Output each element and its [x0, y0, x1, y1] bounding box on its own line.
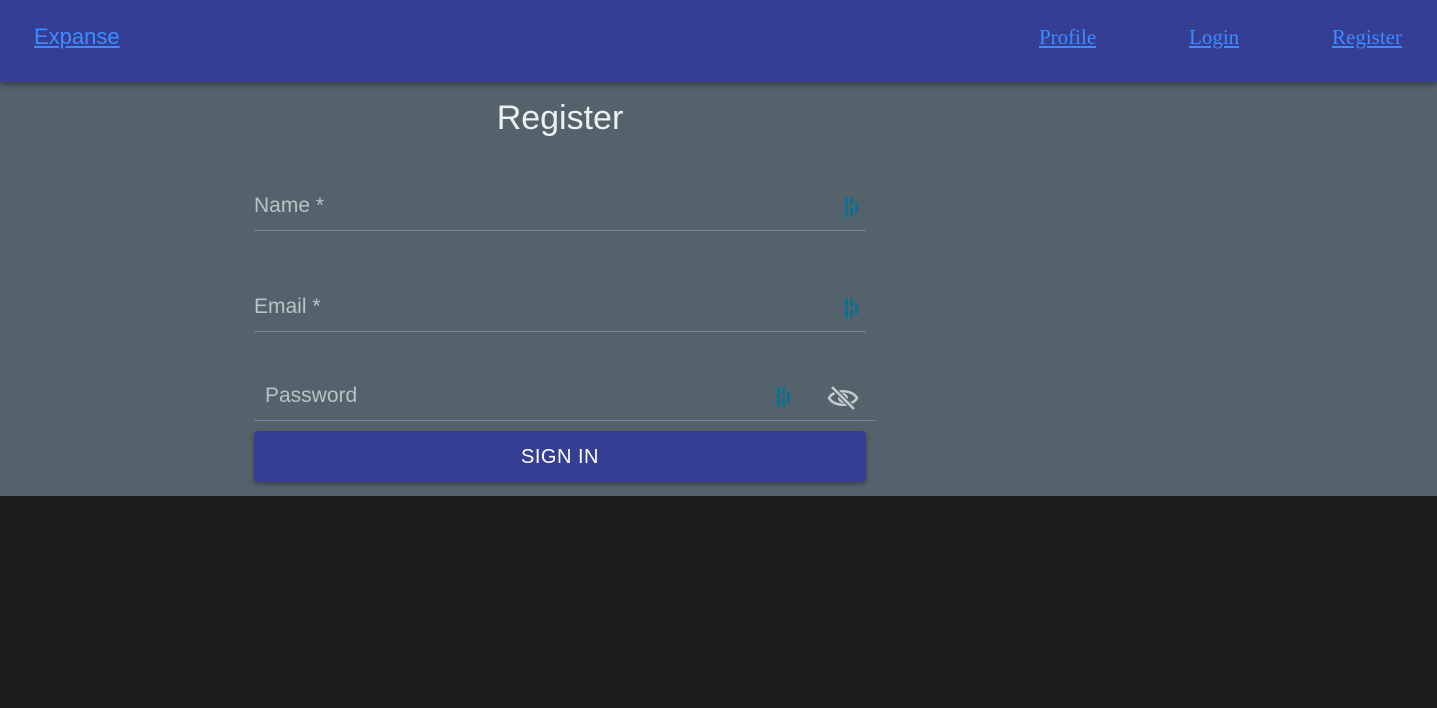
nav-link-register[interactable]: Register	[1332, 25, 1402, 50]
eye-off-icon[interactable]	[827, 384, 859, 412]
password-manager-icon[interactable]	[776, 386, 792, 408]
password-input[interactable]	[265, 372, 765, 420]
app-bar: Expanse Profile Login Register	[0, 0, 1437, 82]
password-field[interactable]	[254, 372, 876, 421]
page-title: Register	[496, 99, 624, 137]
sign-in-button[interactable]: SIGN IN	[254, 431, 866, 482]
password-manager-icon[interactable]	[844, 196, 860, 218]
brand-link[interactable]: Expanse	[34, 24, 120, 50]
email-field[interactable]: Email *	[254, 283, 870, 333]
email-input[interactable]	[254, 283, 870, 333]
nav-link-profile[interactable]: Profile	[1039, 25, 1096, 50]
nav-link-login[interactable]: Login	[1189, 25, 1239, 50]
name-input[interactable]	[254, 182, 870, 232]
password-manager-icon[interactable]	[844, 297, 860, 319]
name-field[interactable]: Name *	[254, 182, 870, 232]
register-panel: Register Name * Email * SIGN IN	[0, 82, 1437, 496]
